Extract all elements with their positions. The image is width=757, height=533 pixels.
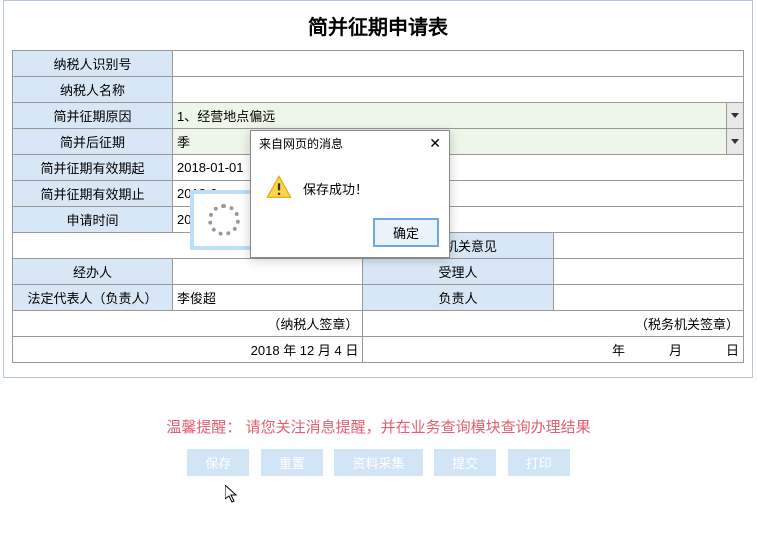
field-jbr: [173, 259, 363, 285]
cursor-icon: [225, 485, 241, 508]
label-reason: 简并征期原因: [13, 103, 173, 129]
ok-button[interactable]: 确定: [373, 218, 439, 247]
field-tax-opinion: [553, 233, 743, 259]
dialog-title: 来自网页的消息: [259, 135, 343, 152]
page-title: 简并征期申请表: [12, 7, 744, 50]
collect-button[interactable]: 资料采集: [334, 449, 422, 476]
label-slr: 受理人: [363, 259, 553, 285]
dropdown-after-period-value: 季: [177, 135, 190, 150]
label-after-period: 简并后征期: [13, 129, 173, 155]
close-icon[interactable]: ✕: [429, 135, 441, 152]
field-nsr-name[interactable]: [173, 77, 744, 103]
label-jbr: 经办人: [13, 259, 173, 285]
button-row: 保存 重置 资料采集 提交 打印: [0, 449, 757, 476]
field-nsr-id[interactable]: [173, 51, 744, 77]
label-nsr-name: 纳税人名称: [13, 77, 173, 103]
hint-text: 请您关注消息提醒，并在业务查询模块查询办理结果: [246, 419, 591, 436]
label-valid-to: 简并征期有效期止: [13, 181, 173, 207]
reset-button[interactable]: 重置: [261, 449, 323, 476]
label-valid-from: 简并征期有效期起: [13, 155, 173, 181]
loading-overlay: [190, 190, 258, 250]
dialog-message: 保存成功！: [303, 179, 368, 198]
warning-icon: [265, 174, 293, 202]
hint-message: 温馨提醒： 请您关注消息提醒，并在业务查询模块查询办理结果: [0, 416, 757, 437]
alert-dialog: 来自网页的消息 ✕ 保存成功！ 确定: [250, 130, 450, 258]
spinner-icon: [208, 204, 240, 236]
dropdown-reason-value: 1、经营地点偏远: [177, 109, 275, 124]
label-apply-time: 申请时间: [13, 207, 173, 233]
tax-date: 年 月 日: [363, 337, 744, 363]
field-slr: [553, 259, 743, 285]
field-fzr: [553, 285, 743, 311]
field-legal-rep: 李俊超: [173, 285, 363, 311]
label-legal-rep: 法定代表人（负责人）: [13, 285, 173, 311]
tax-stamp-label: （税务机关签章）: [363, 311, 744, 337]
submit-button[interactable]: 提交: [434, 449, 496, 476]
hint-tag: 温馨提醒：: [166, 419, 241, 436]
payer-stamp-label: （纳税人签章）: [13, 311, 363, 337]
payer-date: 2018 年 12 月 4 日: [13, 337, 363, 363]
label-nsr-id: 纳税人识别号: [13, 51, 173, 77]
print-button[interactable]: 打印: [508, 449, 570, 476]
label-fzr: 负责人: [363, 285, 553, 311]
chevron-down-icon[interactable]: [726, 103, 743, 128]
dropdown-reason[interactable]: 1、经营地点偏远: [173, 103, 744, 129]
save-button[interactable]: 保存: [187, 449, 249, 476]
chevron-down-icon[interactable]: [726, 129, 743, 154]
